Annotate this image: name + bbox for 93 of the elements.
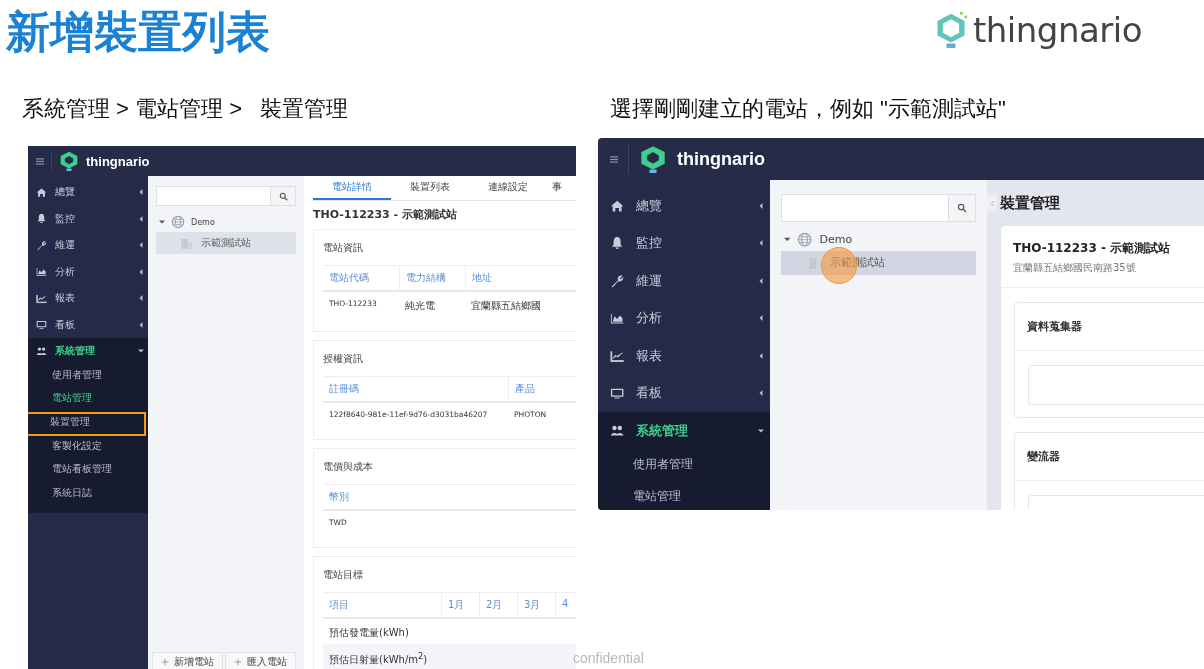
column-header: 電力結構	[399, 266, 465, 290]
logo-icon	[639, 143, 667, 175]
tab[interactable]: 電站詳情	[313, 176, 391, 200]
submenu-item[interactable]: 電站管理	[598, 481, 770, 510]
wrench-icon	[36, 239, 47, 251]
tab[interactable]: 連線設定	[469, 176, 547, 200]
card-title: 電價與成本	[323, 449, 576, 485]
submenu-item[interactable]: 客製化設定	[28, 435, 148, 460]
table-cell-text: 純光電	[404, 299, 436, 313]
card-title: 變流器	[1015, 433, 1204, 481]
nav-item[interactable]: 報表	[28, 285, 148, 312]
logo-wordmark: thingnario	[972, 10, 1142, 50]
column-header: 3月	[517, 593, 555, 617]
building-icon	[181, 237, 193, 249]
nav-item[interactable]: 監控	[28, 205, 148, 232]
bell-icon	[610, 236, 625, 251]
station-address: 宜蘭縣五結鄉國民南路35號	[1012, 261, 1137, 275]
globe-icon	[171, 215, 185, 229]
table-cell-text: 宜蘭縣五結鄉國	[470, 299, 542, 313]
card-title: 電站資訊	[323, 230, 576, 266]
tab[interactable]: 裝置列表	[391, 176, 469, 200]
nav-item[interactable]: 維運	[598, 262, 770, 300]
step-caption: 選擇剛剛建立的電站，例如 "示範測試站"	[610, 95, 1007, 123]
submenu-item[interactable]: 電站看板管理	[28, 459, 148, 483]
brand-name: thingnario	[677, 148, 765, 170]
home-icon	[610, 198, 625, 213]
caret-down-icon[interactable]	[784, 236, 791, 243]
plus-icon	[234, 658, 242, 666]
search-icon[interactable]	[956, 203, 967, 213]
logo-icon	[59, 150, 79, 172]
nav-item[interactable]: 報表	[598, 337, 770, 375]
step-caption: 系統管理 > 電站管理 > 裝置管理	[22, 95, 350, 123]
column-header: 1月	[441, 593, 479, 617]
line-chart-icon	[36, 292, 47, 304]
column-header: 產品	[508, 377, 572, 401]
table-cell-text: 預估發電量(kWh)	[328, 626, 410, 640]
card-title: 授權資訊	[323, 341, 576, 377]
station-name: THO-112233 - 示範測試站	[1012, 240, 1172, 257]
card-title: 資料蒐集器	[1015, 303, 1204, 351]
column-header: 項目	[328, 598, 350, 612]
building-icon	[808, 256, 822, 269]
submenu-item[interactable]: 使用者管理	[28, 364, 148, 389]
search-field[interactable]	[781, 194, 976, 222]
caret-down-icon[interactable]	[159, 219, 165, 225]
nav-item[interactable]: 監控	[598, 224, 770, 262]
nav-item[interactable]: 維運	[28, 232, 148, 259]
column-header: 幣別	[328, 490, 350, 504]
plus-icon	[161, 658, 169, 666]
column-header: 電站代碼	[328, 271, 370, 285]
add-button[interactable]: 新增電站	[152, 652, 223, 669]
column-header: 地址	[465, 266, 575, 290]
area-chart-icon	[610, 311, 625, 326]
slide-title: 新增裝置列表	[6, 8, 270, 57]
monitor-icon	[36, 319, 47, 331]
add-button[interactable]: 匯入電站	[225, 652, 296, 669]
tree-node-label[interactable]: Demo	[191, 217, 215, 227]
submenu-item[interactable]: 電站管理	[28, 388, 148, 412]
monitor-icon	[610, 386, 625, 401]
submenu-item[interactable]: 使用者管理	[598, 449, 770, 482]
tree-node-label[interactable]: Demo	[819, 233, 853, 247]
nav-item[interactable]: 看板	[598, 374, 770, 412]
search-icon[interactable]	[278, 191, 288, 201]
nav-item[interactable]: 分析	[598, 299, 770, 337]
page-title: 裝置管理	[1000, 193, 1060, 213]
globe-icon	[797, 231, 813, 248]
bell-icon	[36, 213, 47, 225]
users-icon	[610, 423, 625, 438]
submenu-item[interactable]: 裝置管理	[28, 411, 146, 436]
collapse-handle[interactable]	[987, 195, 997, 211]
menu-icon[interactable]	[36, 157, 44, 165]
column-header: 4	[555, 593, 576, 617]
nav-item[interactable]: 看板	[28, 311, 148, 338]
nav-item[interactable]: 系統管理	[28, 338, 148, 365]
station-heading: THO-112233 - 示範測試站	[313, 207, 458, 222]
nav-item[interactable]: 分析	[28, 258, 148, 285]
nav-item[interactable]: 系統管理	[598, 412, 770, 450]
menu-icon[interactable]	[610, 155, 618, 163]
card-title: 電站目標	[323, 557, 576, 593]
column-header: 2月	[479, 593, 517, 617]
submenu-item[interactable]: 系統日誌	[28, 482, 148, 507]
tab[interactable]: 事	[547, 176, 567, 200]
table-cell-text: 預估日射量(kWh/m$^{2}$)	[328, 650, 429, 668]
nav-item[interactable]: 總覽	[28, 179, 148, 206]
users-icon	[36, 345, 47, 357]
brand-name: thingnario	[86, 153, 150, 169]
home-icon	[36, 186, 47, 198]
line-chart-icon	[610, 348, 625, 363]
footer-note: confidential	[573, 650, 644, 666]
wrench-icon	[610, 273, 625, 288]
tree-item[interactable]: 示範測試站	[156, 232, 296, 254]
column-header: 註冊碼	[328, 382, 360, 396]
nav-item[interactable]: 總覽	[598, 187, 770, 225]
search-field[interactable]	[156, 186, 296, 206]
